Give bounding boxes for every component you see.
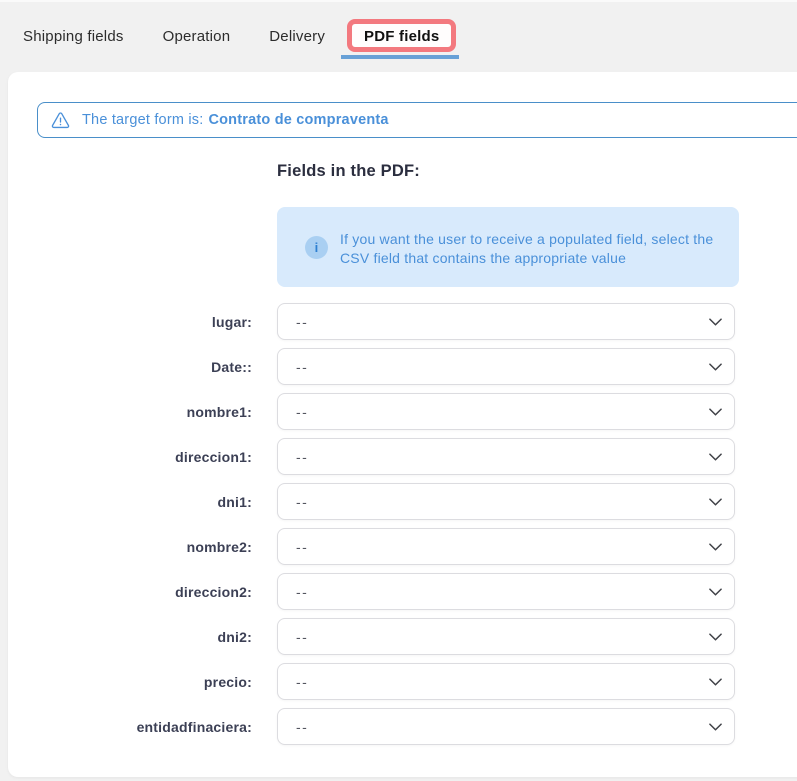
select-wrap-entidadfinaciera: --: [277, 708, 735, 745]
field-row-direccion1: direccion1: --: [8, 434, 797, 479]
target-form-name: Contrato de compraventa: [208, 112, 389, 128]
select-wrap-lugar: --: [277, 303, 735, 340]
field-row-entidadfinaciera: entidadfinaciera: --: [8, 704, 797, 749]
target-form-alert: The target form is: Contrato de comprave…: [37, 102, 797, 138]
info-box: i If you want the user to receive a popu…: [277, 207, 739, 287]
field-row-precio: precio: --: [8, 659, 797, 704]
field-row-nombre1: nombre1: --: [8, 389, 797, 434]
warning-triangle-icon: [51, 111, 70, 129]
select-wrap-dni1: --: [277, 483, 735, 520]
nombre1-select[interactable]: --: [277, 393, 735, 430]
tab-label: Delivery: [269, 27, 326, 45]
field-row-dni2: dni2: --: [8, 614, 797, 659]
select-wrap-nombre1: --: [277, 393, 735, 430]
tab-shipping-fields[interactable]: Shipping fields: [19, 28, 128, 45]
select-wrap-direccion1: --: [277, 438, 735, 475]
pdf-field-list: lugar: -- Date:: -- nombre1: -- direccio…: [8, 299, 797, 749]
precio-select[interactable]: --: [277, 663, 735, 700]
field-label-date: Date::: [211, 358, 252, 375]
tab-label: Operation: [162, 27, 231, 45]
field-label-dni2: dni2:: [217, 628, 252, 645]
section-heading: Fields in the PDF:: [277, 162, 420, 180]
tab-pdf-fields[interactable]: PDF fields: [341, 18, 460, 59]
entidadfinaciera-select[interactable]: --: [277, 708, 735, 745]
tab-delivery[interactable]: Delivery: [265, 28, 329, 45]
dni2-select[interactable]: --: [277, 618, 735, 655]
alert-text: The target form is:: [82, 112, 204, 128]
field-row-nombre2: nombre2: --: [8, 524, 797, 569]
tab-operation[interactable]: Operation: [159, 28, 235, 45]
field-row-direccion2: direccion2: --: [8, 569, 797, 614]
tab-bar: Shipping fields Operation Delivery PDF f…: [0, 0, 797, 72]
field-label-lugar: lugar:: [211, 313, 252, 330]
pdf-fields-panel: The target form is: Contrato de comprave…: [8, 72, 797, 777]
select-wrap-direccion2: --: [277, 573, 735, 610]
lugar-select[interactable]: --: [277, 303, 735, 340]
field-label-precio: precio:: [203, 673, 252, 690]
tab-label: Shipping fields: [23, 27, 124, 45]
field-label-nombre2: nombre2:: [186, 538, 252, 555]
field-label-direccion1: direccion1:: [175, 448, 252, 465]
field-label-nombre1: nombre1:: [186, 403, 252, 420]
direccion1-select[interactable]: --: [277, 438, 735, 475]
select-wrap-date: --: [277, 348, 735, 385]
dni1-select[interactable]: --: [277, 483, 735, 520]
select-wrap-nombre2: --: [277, 528, 735, 565]
field-row-dni1: dni1: --: [8, 479, 797, 524]
field-label-direccion2: direccion2:: [175, 583, 252, 600]
date-select[interactable]: --: [277, 348, 735, 385]
select-wrap-dni2: --: [277, 618, 735, 655]
field-row-lugar: lugar: --: [8, 299, 797, 344]
nombre2-select[interactable]: --: [277, 528, 735, 565]
select-wrap-precio: --: [277, 663, 735, 700]
field-row-date: Date:: --: [8, 344, 797, 389]
tab-label: PDF fields: [364, 27, 440, 45]
active-tab-underline: [341, 54, 460, 59]
direccion2-select[interactable]: --: [277, 573, 735, 610]
field-label-dni1: dni1:: [217, 493, 252, 510]
field-label-entidadfinaciera: entidadfinaciera:: [136, 718, 252, 735]
info-icon: i: [305, 236, 328, 259]
info-text: If you want the user to receive a popula…: [340, 231, 714, 266]
